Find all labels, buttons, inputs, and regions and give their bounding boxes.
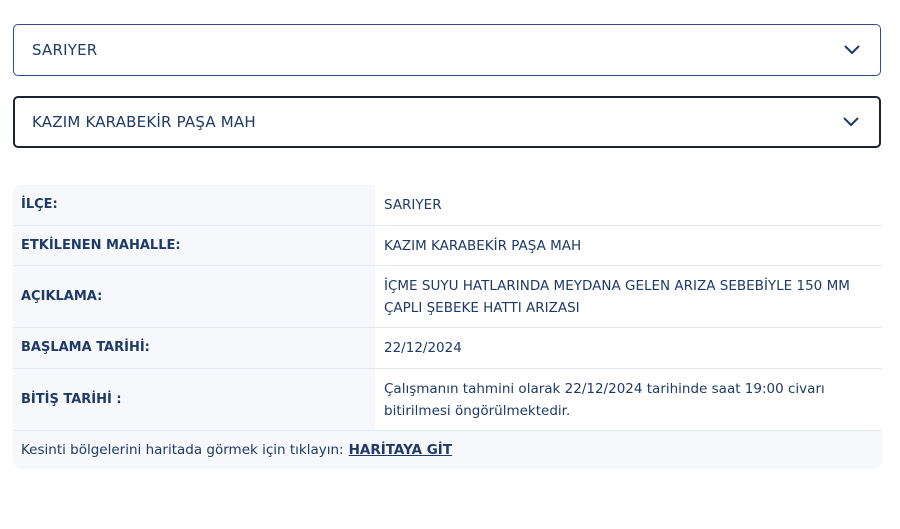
map-prompt-text: Kesinti bölgelerini haritada görmek için… — [21, 442, 344, 458]
row-value-start-date: 22/12/2024 — [375, 327, 882, 369]
neighborhood-select[interactable]: KAZIM KARABEKİR PAŞA MAH — [13, 96, 881, 148]
table-row: AÇIKLAMA: İÇME SUYU HATLARINDA MEYDANA G… — [13, 265, 882, 328]
row-value-district: SARIYER — [375, 185, 882, 226]
table-row: BAŞLAMA TARİHİ: 22/12/2024 — [13, 327, 882, 369]
table-row: İLÇE: SARIYER — [13, 185, 882, 226]
neighborhood-select-value: KAZIM KARABEKİR PAŞA MAH — [32, 113, 256, 131]
row-label-neighborhood: ETKİLENEN MAHALLE: — [13, 225, 375, 266]
outage-info-table: İLÇE: SARIYER ETKİLENEN MAHALLE: KAZIM K… — [13, 185, 882, 431]
go-to-map-link[interactable]: HARİTAYA GİT — [349, 442, 452, 458]
map-link-row: Kesinti bölgelerini haritada görmek için… — [13, 431, 882, 469]
chevron-down-icon[interactable] — [841, 112, 861, 132]
row-value-description: İÇME SUYU HATLARINDA MEYDANA GELEN ARIZA… — [375, 265, 882, 328]
row-label-district: İLÇE: — [13, 185, 375, 226]
row-value-end-date: Çalışmanın tahmini olarak 22/12/2024 tar… — [375, 368, 882, 431]
district-select-value: SARIYER — [32, 41, 98, 59]
chevron-down-icon[interactable] — [842, 40, 862, 60]
row-label-description: AÇIKLAMA: — [13, 265, 375, 328]
row-label-start-date: BAŞLAMA TARİHİ: — [13, 327, 375, 369]
table-row: BİTİŞ TARİHİ : Çalışmanın tahmini olarak… — [13, 368, 882, 431]
row-label-end-date: BİTİŞ TARİHİ : — [13, 368, 375, 431]
district-select[interactable]: SARIYER — [13, 24, 881, 76]
outage-info-card: İLÇE: SARIYER ETKİLENEN MAHALLE: KAZIM K… — [13, 185, 882, 469]
table-row: ETKİLENEN MAHALLE: KAZIM KARABEKİR PAŞA … — [13, 225, 882, 266]
row-value-neighborhood: KAZIM KARABEKİR PAŞA MAH — [375, 225, 882, 266]
